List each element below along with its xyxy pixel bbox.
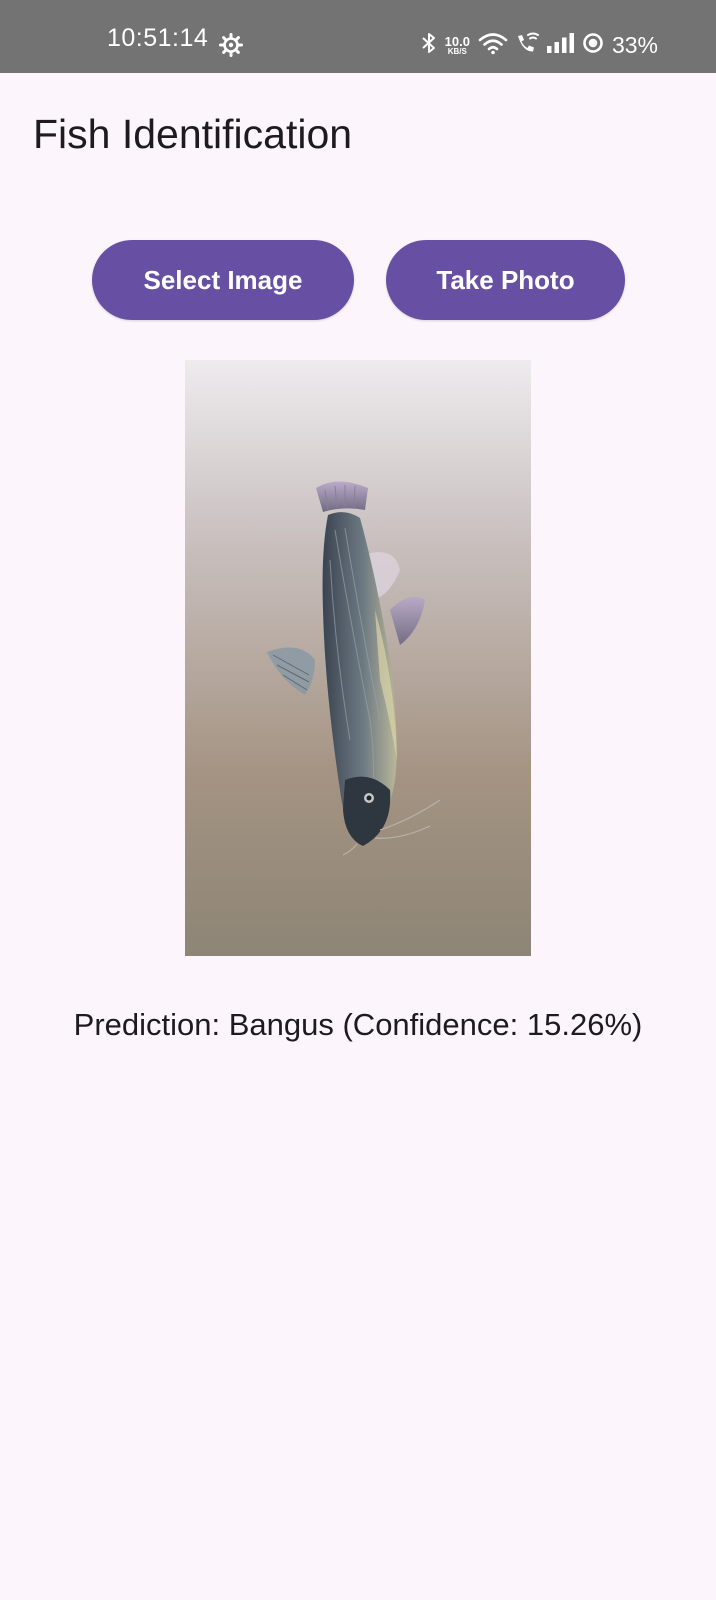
battery-percent: 33% xyxy=(611,31,658,58)
take-photo-button[interactable]: Take Photo xyxy=(386,240,625,320)
net-speed-value: 10.0 xyxy=(444,33,470,49)
battery-ring-icon xyxy=(582,31,604,60)
prediction-text: Prediction: Bangus (Confidence: 15.26%) xyxy=(73,1007,643,1042)
page-title: Fish Identification xyxy=(33,111,353,157)
fish-image xyxy=(185,360,531,956)
wifi-icon xyxy=(478,31,508,60)
select-image-button[interactable]: Select Image xyxy=(92,240,354,320)
net-speed: 10.0 KB/S xyxy=(445,35,470,56)
status-time: 10:51:14 xyxy=(107,24,209,52)
wifi-calling-icon xyxy=(514,31,540,60)
settings-gear-icon xyxy=(219,33,243,57)
status-bar: 10:51:14 10.0 KB/S 33% xyxy=(0,0,716,73)
signal-bars-icon xyxy=(546,31,576,60)
status-icons: 10.0 KB/S 33% xyxy=(421,29,658,61)
bluetooth-icon xyxy=(421,31,437,60)
net-speed-unit: KB/S xyxy=(447,46,467,56)
